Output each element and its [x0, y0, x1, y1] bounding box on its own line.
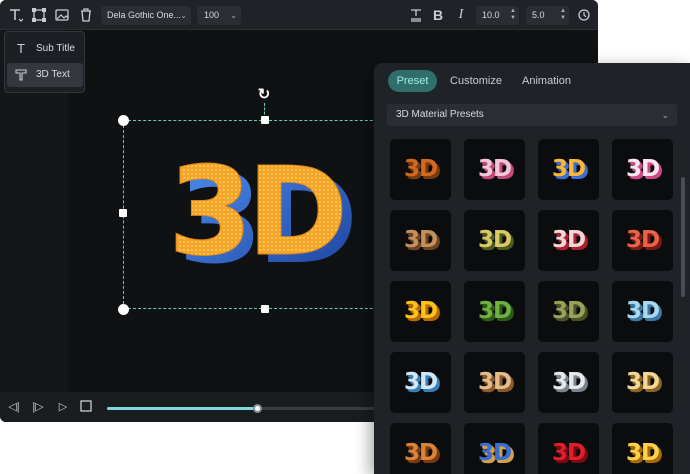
preset-label: 3D [625, 369, 660, 395]
reset-icon[interactable] [574, 5, 594, 25]
text-icon: T [17, 41, 25, 56]
font-family-select[interactable]: Dela Gothic One... ⌄ [101, 6, 191, 25]
tab-preset[interactable]: Preset [388, 70, 437, 92]
preset-tile[interactable]: 3D [612, 210, 673, 271]
tab-label: Animation [522, 75, 571, 87]
preset-label: 3D [551, 156, 586, 182]
menu-item-3d-text[interactable]: 3D Text [7, 63, 83, 87]
play-icon[interactable]: ▷ [56, 400, 70, 414]
text-type-menu: T Sub Title 3D Text [4, 31, 85, 93]
preset-tile[interactable]: 3D [538, 352, 599, 413]
rotate-icon[interactable]: ↻ [256, 87, 272, 103]
preset-tile[interactable]: 3D [538, 423, 599, 474]
font-size-value: 100 [204, 10, 220, 20]
tab-animation[interactable]: Animation [515, 70, 578, 92]
preset-tile[interactable]: 3D [390, 352, 451, 413]
line-spacing-value: 10.0 [482, 10, 500, 20]
delete-icon[interactable] [76, 5, 96, 25]
preset-label: 3D [625, 440, 660, 466]
preset-label: 3D [477, 369, 512, 395]
preset-tile[interactable]: 3D [390, 210, 451, 271]
toolbar: Dela Gothic One... ⌄ 100 ⌄ B I 10.0 ▲ ▼ 5… [0, 0, 598, 30]
tab-label: Preset [396, 75, 429, 87]
preset-label: 3D [403, 156, 438, 182]
3d-text-face: 3D [168, 141, 342, 280]
preset-tile[interactable]: 3D [390, 423, 451, 474]
resize-handle-top[interactable] [261, 116, 269, 124]
line-spacing-field[interactable]: 10.0 ▲ ▼ [476, 6, 519, 25]
preset-label: 3D [625, 298, 660, 324]
italic-icon[interactable]: I [451, 5, 471, 25]
preset-label: 3D [551, 298, 586, 324]
preset-tile[interactable]: 3D [538, 281, 599, 342]
next-frame-icon[interactable]: |▷ [31, 400, 45, 414]
preset-label: 3D [477, 440, 512, 466]
stepper-icon[interactable]: ▲ ▼ [510, 8, 516, 22]
3d-text-preview[interactable]: 3D 3D [162, 140, 372, 281]
preset-tile[interactable]: 3D [464, 423, 525, 474]
preset-tile[interactable]: 3D [464, 352, 525, 413]
preset-tile[interactable]: 3D [538, 210, 599, 271]
resize-handle-left[interactable] [119, 209, 127, 217]
preset-tile[interactable]: 3D [612, 423, 673, 474]
preset-label: 3D [625, 227, 660, 253]
preset-category-select[interactable]: 3D Material Presets ⌄ [387, 104, 677, 126]
chevron-down-icon: ⌄ [661, 110, 669, 120]
bold-icon[interactable]: B [428, 5, 448, 25]
menu-item-label: Sub Title [36, 43, 75, 54]
preset-tile[interactable]: 3D [390, 139, 451, 200]
preset-label: 3D [403, 227, 438, 253]
preset-tile[interactable]: 3D [612, 139, 673, 200]
preset-label: 3D [403, 440, 438, 466]
font-size-select[interactable]: 100 ⌄ [197, 6, 241, 25]
preset-panel: Preset Customize Animation 3D Material P… [374, 63, 690, 474]
scrollbar[interactable] [681, 177, 685, 297]
preset-tile[interactable]: 3D [612, 352, 673, 413]
resize-handle-bottom-left[interactable] [118, 304, 129, 315]
preset-label: 3D [551, 440, 586, 466]
letter-spacing-field[interactable]: 5.0 ▲ ▼ [526, 6, 569, 25]
preset-tile[interactable]: 3D [464, 281, 525, 342]
menu-item-label: 3D Text [36, 69, 70, 80]
preset-label: 3D [477, 156, 512, 182]
resize-handle-bottom[interactable] [261, 305, 269, 313]
preset-label: 3D [403, 298, 438, 324]
previous-frame-icon[interactable]: ◁| [7, 400, 21, 414]
letter-spacing-value: 5.0 [532, 10, 545, 20]
image-icon[interactable] [52, 5, 72, 25]
stepper-icon[interactable]: ▲ ▼ [560, 8, 566, 22]
text-type-icon[interactable] [6, 5, 26, 25]
preset-label: 3D [403, 369, 438, 395]
transform-icon[interactable] [29, 5, 49, 25]
preset-category-value: 3D Material Presets [396, 109, 484, 120]
tab-label: Customize [450, 75, 502, 87]
timeline-playhead[interactable] [253, 404, 263, 413]
3d-text-icon [13, 68, 29, 82]
preset-label: 3D [551, 227, 586, 253]
stop-icon[interactable] [79, 400, 93, 414]
preset-label: 3D [477, 227, 512, 253]
text-align-icon[interactable] [406, 5, 426, 25]
menu-item-sub-title[interactable]: T Sub Title [7, 37, 83, 61]
resize-handle-top-left[interactable] [118, 115, 129, 126]
preset-label: 3D [625, 156, 660, 182]
preset-label: 3D [551, 369, 586, 395]
preset-label: 3D [477, 298, 512, 324]
timeline-track[interactable] [107, 404, 387, 413]
preset-tile[interactable]: 3D [464, 139, 525, 200]
preset-tile[interactable]: 3D [390, 281, 451, 342]
timeline-progress [107, 407, 259, 410]
chevron-down-icon: ⌄ [180, 11, 187, 20]
preset-tile[interactable]: 3D [464, 210, 525, 271]
preset-tile[interactable]: 3D [538, 139, 599, 200]
chevron-down-icon: ⌄ [230, 11, 237, 20]
tab-customize[interactable]: Customize [444, 70, 508, 92]
font-family-value: Dela Gothic One... [107, 10, 182, 20]
preset-tile[interactable]: 3D [612, 281, 673, 342]
